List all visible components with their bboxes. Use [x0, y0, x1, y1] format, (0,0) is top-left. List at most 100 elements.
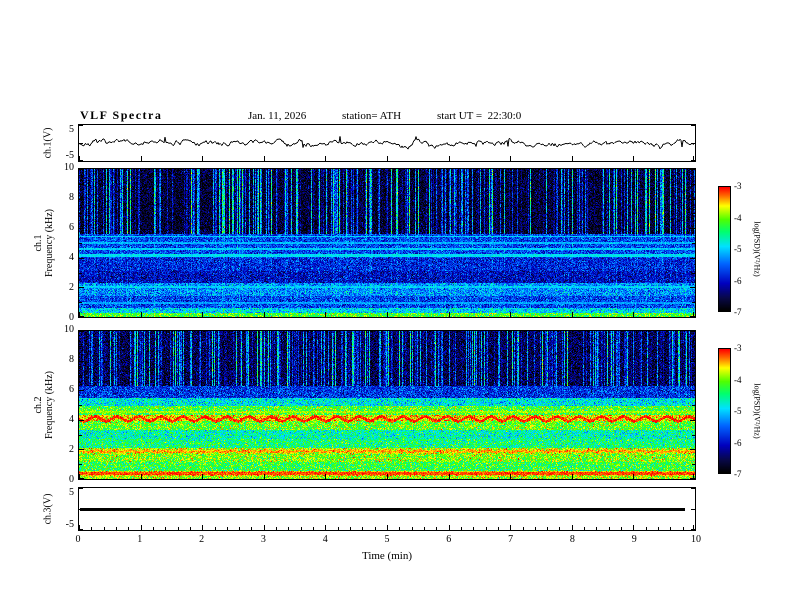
ch2-spectrogram-panel — [78, 330, 696, 480]
x-minor-tick-mark — [523, 527, 524, 530]
y-tick-label: 8 — [69, 354, 74, 365]
x-tick-mark — [387, 156, 388, 161]
x-tick-mark — [572, 474, 573, 479]
y-tick-mark — [79, 184, 82, 185]
colorbar-tick-label: -5 — [734, 406, 742, 416]
y-tick-label: 6 — [69, 222, 74, 233]
x-tick-mark — [264, 474, 265, 479]
x-minor-tick-mark — [486, 527, 487, 530]
ch2-spectrogram-image — [79, 331, 695, 479]
x-minor-tick-mark — [535, 527, 536, 530]
y-tick-mark — [79, 243, 82, 244]
x-minor-tick-mark — [104, 527, 105, 530]
x-minor-tick-mark — [91, 527, 92, 530]
x-tick-mark — [325, 312, 326, 317]
x-minor-tick-mark — [362, 527, 363, 530]
x-minor-tick-mark — [658, 527, 659, 530]
figure-station: station= ATH — [342, 110, 402, 122]
x-minor-tick-mark — [436, 527, 437, 530]
x-minor-tick-mark — [128, 527, 129, 530]
x-tick-mark — [510, 474, 511, 479]
y-tick-mark — [690, 316, 695, 317]
ch2-spec-ylabel-line2: Frequency (kHz) — [44, 370, 55, 440]
x-tick-mark — [264, 525, 265, 530]
y-tick-mark — [79, 420, 84, 421]
ch1-spectrogram-image — [79, 169, 695, 317]
x-tick-mark — [449, 525, 450, 530]
y-tick-mark — [79, 302, 82, 303]
figure-start-ut: start UT = 22:30:0 — [437, 110, 522, 122]
y-tick-mark — [79, 199, 84, 200]
y-tick-mark — [692, 184, 695, 185]
y-tick-mark — [692, 243, 695, 244]
y-tick-mark — [79, 478, 84, 479]
x-tick-mark — [510, 525, 511, 530]
colorbar-tick-label: -6 — [734, 275, 742, 286]
y-tick-mark — [692, 435, 695, 436]
x-tick-mark — [141, 156, 142, 161]
x-minor-tick-mark — [670, 527, 671, 530]
x-tick-mark — [633, 312, 634, 317]
x-tick-mark — [510, 156, 511, 161]
x-minor-tick-mark — [559, 527, 560, 530]
ch1-waveform-panel — [78, 124, 696, 162]
y-tick-mark — [79, 331, 84, 332]
x-minor-tick-mark — [461, 527, 462, 530]
x-tick-label: 1 — [137, 534, 143, 545]
y-tick-mark — [79, 125, 83, 126]
x-tick-mark — [202, 525, 203, 530]
x-minor-tick-mark — [646, 527, 647, 530]
figure-title: VLF Spectra — [80, 108, 163, 122]
colorbar-tick-label: -3 — [734, 343, 742, 353]
y-tick-label: 5 — [69, 487, 74, 498]
x-tick-mark — [202, 156, 203, 161]
y-tick-mark — [691, 125, 695, 126]
x-tick-mark — [449, 474, 450, 479]
x-tick-label: 5 — [384, 534, 390, 545]
y-tick-mark — [690, 449, 695, 450]
colorbar-tick-label: -7 — [734, 307, 742, 317]
y-tick-mark — [79, 273, 82, 274]
x-minor-tick-mark — [584, 527, 585, 530]
x-tick-mark — [387, 312, 388, 317]
x-tick-mark — [325, 525, 326, 530]
colorbar-ch2 — [718, 348, 731, 474]
colorbar-tick-label: -3 — [734, 181, 742, 191]
y-tick-mark — [690, 420, 695, 421]
x-tick-mark — [387, 474, 388, 479]
x-tick-mark — [325, 474, 326, 479]
x-minor-tick-mark — [301, 527, 302, 530]
x-minor-tick-mark — [215, 527, 216, 530]
x-minor-tick-mark — [350, 527, 351, 530]
ch1-spec-ylabel: ch.1 Frequency (kHz) — [33, 209, 55, 277]
x-minor-tick-mark — [251, 527, 252, 530]
x-minor-tick-mark — [190, 527, 191, 530]
x-tick-mark — [141, 525, 142, 530]
y-tick-label: 2 — [69, 282, 74, 293]
x-minor-tick-mark — [116, 527, 117, 530]
x-tick-label: 3 — [260, 534, 266, 545]
x-minor-tick-mark — [596, 527, 597, 530]
x-minor-tick-mark — [276, 527, 277, 530]
x-tick-label: 7 — [508, 534, 514, 545]
y-tick-mark — [690, 169, 695, 170]
y-tick-mark — [79, 529, 83, 530]
y-tick-mark — [79, 449, 84, 450]
y-tick-label: -5 — [65, 519, 74, 530]
y-tick-mark — [692, 273, 695, 274]
y-tick-mark — [690, 390, 695, 391]
x-tick-mark — [387, 525, 388, 530]
y-tick-label: -5 — [65, 150, 74, 161]
y-tick-mark — [691, 143, 695, 144]
x-minor-tick-mark — [621, 527, 622, 530]
colorbar-tick-label: -6 — [734, 437, 742, 448]
y-tick-label: 10 — [64, 324, 74, 335]
y-tick-mark — [690, 258, 695, 259]
x-minor-tick-mark — [227, 527, 228, 530]
y-tick-mark — [79, 509, 83, 510]
ch3-waveform-panel — [78, 487, 696, 531]
x-tick-mark — [264, 156, 265, 161]
x-tick-label: 10 — [691, 534, 701, 545]
x-minor-tick-mark — [412, 527, 413, 530]
x-tick-label: 2 — [199, 534, 205, 545]
